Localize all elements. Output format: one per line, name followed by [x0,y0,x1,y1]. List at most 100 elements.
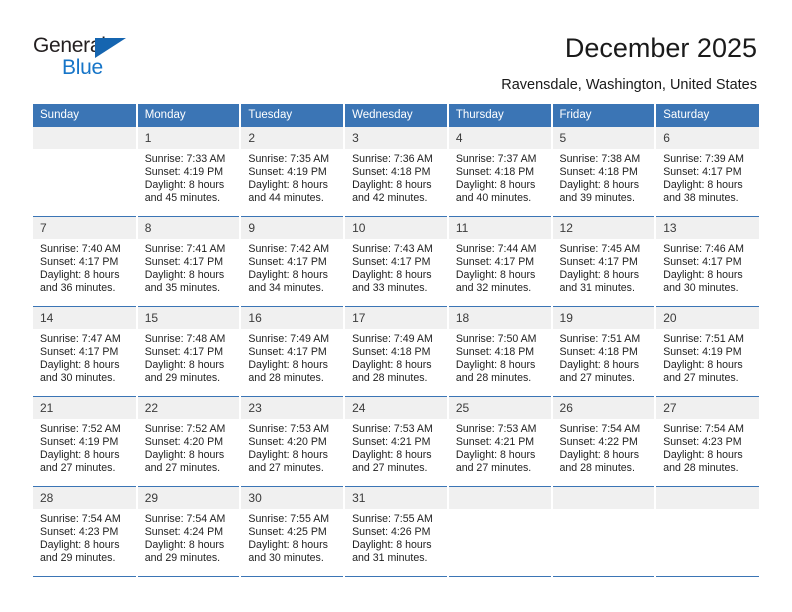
calendar-day-cell[interactable]: 16 Sunrise: 7:49 AM Sunset: 4:17 PM Dayligh… [240,306,346,397]
day-detail-line: and 27 minutes. [455,462,532,475]
day-details: Sunrise: 7:55 AM Sunset: 4:26 PM Daylight:… [345,509,447,565]
day-detail-line: Sunset: 4:19 PM [40,436,119,449]
day-detail-line: and 44 minutes. [248,192,324,205]
day-number: 4 [448,127,551,149]
calendar-day-cell[interactable]: 27 Sunrise: 7:54 AM Sunset: 4:23 PM Dayligh… [655,396,759,487]
weekday-header-friday: Friday [551,104,657,127]
day-details: Sunrise: 7:48 AM Sunset: 4:17 PM Daylight:… [138,329,240,385]
day-details: Sunrise: 7:54 AM Sunset: 4:22 PM Daylight:… [553,419,655,475]
calendar-day-cell[interactable]: 22 Sunrise: 7:52 AM Sunset: 4:20 PM Dayligh… [136,396,242,487]
day-detail-line: Sunset: 4:26 PM [352,526,431,539]
calendar-day-cell[interactable]: 24 Sunrise: 7:53 AM Sunset: 4:21 PM Dayligh… [344,396,449,487]
calendar-day-cell[interactable]: 1 Sunrise: 7:33 AM Sunset: 4:19 PM Daylight… [136,127,242,217]
day-detail-line: Daylight: 8 hours [352,359,432,372]
calendar-day-cell[interactable]: 8 Sunrise: 7:41 AM Sunset: 4:17 PM Daylight… [136,216,242,307]
weekday-header-monday: Monday [136,104,242,127]
day-detail-line: and 36 minutes. [40,282,116,295]
day-detail-line: Sunrise: 7:40 AM [40,243,121,255]
day-detail-line: Daylight: 8 hours [352,269,432,282]
calendar-day-cell[interactable]: 7 Sunrise: 7:40 AM Sunset: 4:17 PM Daylight… [33,216,138,307]
calendar-day-cell[interactable]: 18 Sunrise: 7:50 AM Sunset: 4:18 PM Dayligh… [447,306,553,397]
calendar-day-cell[interactable]: 10 Sunrise: 7:43 AM Sunset: 4:17 PM Dayligh… [344,216,449,307]
day-number [552,487,655,509]
day-details: Sunrise: 7:54 AM Sunset: 4:24 PM Daylight:… [138,509,240,565]
day-number: 28 [33,487,136,509]
day-detail-line: Sunrise: 7:39 AM [663,153,744,165]
day-detail-line: Sunset: 4:17 PM [663,256,742,269]
calendar-day-cell[interactable]: 20 Sunrise: 7:51 AM Sunset: 4:19 PM Dayligh… [655,306,759,397]
day-detail-line: Sunrise: 7:55 AM [248,513,330,525]
day-detail-line: Sunset: 4:17 PM [40,256,119,269]
day-number: 22 [137,397,240,419]
day-number: 14 [33,307,136,329]
day-detail-line: and 31 minutes. [559,282,635,295]
day-details: Sunrise: 7:44 AM Sunset: 4:17 PM Daylight:… [449,239,551,295]
day-detail-line: Sunset: 4:17 PM [455,256,535,269]
day-number: 9 [241,217,344,239]
day-details: Sunrise: 7:51 AM Sunset: 4:19 PM Daylight:… [656,329,759,385]
calendar-day-cell[interactable]: 31 Sunrise: 7:55 AM Sunset: 4:26 PM Dayligh… [344,486,449,577]
day-details: Sunrise: 7:36 AM Sunset: 4:18 PM Daylight:… [345,149,447,205]
day-detail-line: Sunset: 4:25 PM [248,526,327,539]
day-number: 20 [656,307,759,329]
day-detail-line: Sunrise: 7:51 AM [663,333,744,345]
calendar-day-cell[interactable]: 9 Sunrise: 7:42 AM Sunset: 4:17 PM Daylight… [240,216,346,307]
day-details: Sunrise: 7:39 AM Sunset: 4:17 PM Daylight:… [656,149,759,205]
calendar-day-cell[interactable]: 21 Sunrise: 7:52 AM Sunset: 4:19 PM Dayligh… [33,396,138,487]
day-number: 19 [552,307,655,329]
day-detail-line: and 30 minutes. [248,552,324,565]
day-detail-line: Daylight: 8 hours [248,539,328,552]
day-detail-line: Sunrise: 7:54 AM [559,423,641,435]
day-number: 2 [241,127,344,149]
calendar-day-cell[interactable]: 30 Sunrise: 7:55 AM Sunset: 4:25 PM Dayligh… [240,486,346,577]
brand-logo: General Blue [33,34,153,80]
calendar-day-cell[interactable]: 4 Sunrise: 7:37 AM Sunset: 4:18 PM Daylight… [447,127,553,217]
calendar-day-cell[interactable]: 6 Sunrise: 7:39 AM Sunset: 4:17 PM Daylight… [655,127,759,217]
calendar-day-cell[interactable]: 2 Sunrise: 7:35 AM Sunset: 4:19 PM Daylight… [240,127,346,217]
calendar-day-cell[interactable]: 15 Sunrise: 7:48 AM Sunset: 4:17 PM Dayligh… [136,306,242,397]
day-detail-line: Daylight: 8 hours [248,269,328,282]
calendar-day-cell[interactable]: 23 Sunrise: 7:53 AM Sunset: 4:20 PM Dayligh… [240,396,346,487]
day-detail-line: Sunset: 4:21 PM [352,436,431,449]
day-detail-line: Sunset: 4:17 PM [144,256,224,269]
day-detail-line: Daylight: 8 hours [352,449,432,462]
calendar-day-cell[interactable]: 29 Sunrise: 7:54 AM Sunset: 4:24 PM Dayligh… [136,486,242,577]
calendar-day-cell[interactable]: 3 Sunrise: 7:36 AM Sunset: 4:18 PM Daylight… [344,127,449,217]
calendar-day-cell[interactable]: 5 Sunrise: 7:38 AM Sunset: 4:18 PM Daylight… [551,127,657,217]
day-detail-line: Sunset: 4:17 PM [40,346,119,359]
calendar-day-cell[interactable]: 17 Sunrise: 7:49 AM Sunset: 4:18 PM Dayligh… [344,306,449,397]
calendar-day-cell[interactable]: 26 Sunrise: 7:54 AM Sunset: 4:22 PM Dayligh… [551,396,657,487]
calendar-day-cell[interactable]: 13 Sunrise: 7:46 AM Sunset: 4:17 PM Dayligh… [655,216,759,307]
day-detail-line: and 30 minutes. [663,282,739,295]
day-details: Sunrise: 7:42 AM Sunset: 4:17 PM Daylight:… [241,239,343,295]
day-detail-line: Sunrise: 7:53 AM [248,423,330,435]
day-detail-line: and 27 minutes. [40,462,116,475]
weekday-header-sunday: Sunday [33,104,138,127]
day-details: Sunrise: 7:50 AM Sunset: 4:18 PM Daylight:… [449,329,551,385]
day-details: Sunrise: 7:51 AM Sunset: 4:18 PM Daylight:… [553,329,655,385]
day-detail-line: Daylight: 8 hours [248,449,328,462]
day-detail-line: Daylight: 8 hours [144,359,225,372]
calendar-day-cell[interactable]: 25 Sunrise: 7:53 AM Sunset: 4:21 PM Dayligh… [447,396,553,487]
calendar-day-cell[interactable]: 14 Sunrise: 7:47 AM Sunset: 4:17 PM Dayligh… [33,306,138,397]
day-detail-line: and 28 minutes. [559,462,635,475]
day-detail-line: Daylight: 8 hours [455,449,536,462]
day-number: 23 [241,397,344,419]
calendar-day-cell[interactable]: 12 Sunrise: 7:45 AM Sunset: 4:17 PM Dayligh… [551,216,657,307]
day-detail-line: Sunrise: 7:52 AM [144,423,226,435]
day-number: 12 [552,217,655,239]
calendar-day-cell[interactable]: 11 Sunrise: 7:44 AM Sunset: 4:17 PM Dayligh… [447,216,553,307]
day-details: Sunrise: 7:49 AM Sunset: 4:17 PM Daylight:… [241,329,343,385]
day-detail-line: and 45 minutes. [144,192,221,205]
day-detail-line: Sunrise: 7:46 AM [663,243,744,255]
weekday-header-wednesday: Wednesday [344,104,449,127]
day-details: Sunrise: 7:33 AM Sunset: 4:19 PM Daylight:… [138,149,240,205]
day-number: 27 [656,397,759,419]
day-detail-line: and 35 minutes. [144,282,221,295]
day-detail-line: Sunset: 4:24 PM [144,526,224,539]
day-details: Sunrise: 7:52 AM Sunset: 4:20 PM Daylight:… [138,419,240,475]
day-details: Sunrise: 7:43 AM Sunset: 4:17 PM Daylight:… [345,239,447,295]
calendar-day-cell[interactable]: 19 Sunrise: 7:51 AM Sunset: 4:18 PM Dayligh… [551,306,657,397]
calendar-day-cell[interactable]: 28 Sunrise: 7:54 AM Sunset: 4:23 PM Dayligh… [33,486,138,577]
day-detail-line: Sunset: 4:17 PM [352,256,431,269]
